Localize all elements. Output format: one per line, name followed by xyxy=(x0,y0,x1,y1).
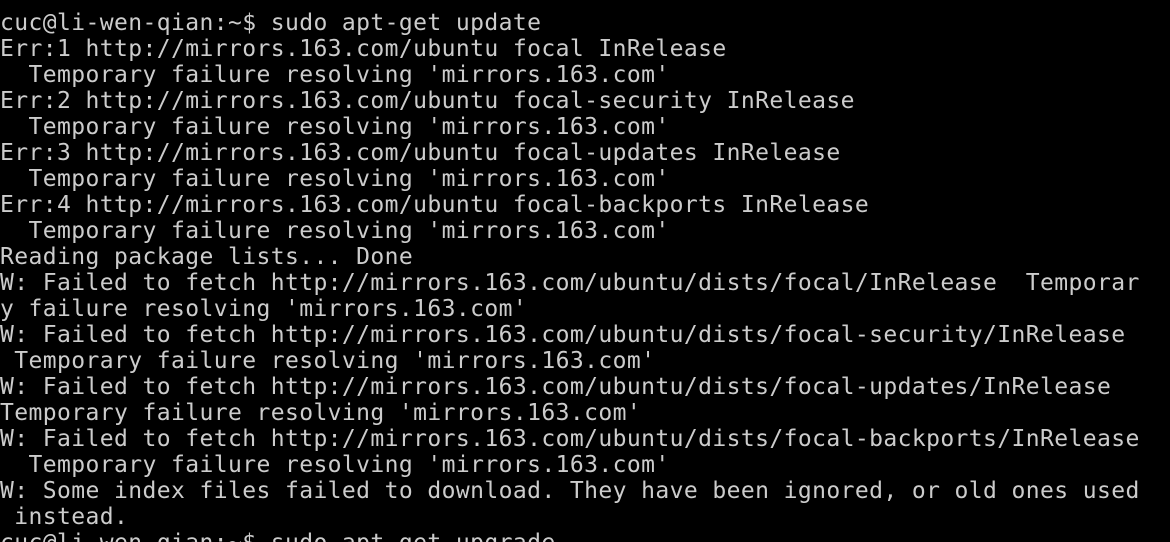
terminal-line-err3: Err:3 http://mirrors.163.com/ubuntu foca… xyxy=(0,140,841,166)
terminal-line-warning-index-cont: instead. xyxy=(0,504,129,530)
terminal-line-prompt-upgrade: cuc@li-wen-qian:~$ sudo apt-get upgrade xyxy=(0,530,1170,542)
terminal-line-warning-index: W: Some index files failed to download. … xyxy=(0,478,1140,504)
terminal-line-err1-detail: Temporary failure resolving 'mirrors.163… xyxy=(0,62,670,88)
terminal-line-warning-focal-cont: y failure resolving 'mirrors.163.com' xyxy=(0,296,528,322)
terminal-line-err3-detail: Temporary failure resolving 'mirrors.163… xyxy=(0,166,670,192)
terminal-line-reading-lists: Reading package lists... Done xyxy=(0,244,414,270)
terminal-line-prompt-update: cuc@li-wen-qian:~$ sudo apt-get update xyxy=(0,10,542,36)
terminal-line-err2-detail: Temporary failure resolving 'mirrors.163… xyxy=(0,114,670,140)
terminal-line-err4: Err:4 http://mirrors.163.com/ubuntu foca… xyxy=(0,192,870,218)
terminal-line-warning-backports: W: Failed to fetch http://mirrors.163.co… xyxy=(0,426,1140,452)
terminal-window[interactable]: cuc@li-wen-qian:~$ sudo apt-get update E… xyxy=(0,0,1170,542)
terminal-line-warning-updates-cont: Temporary failure resolving 'mirrors.163… xyxy=(0,400,642,426)
terminal-line-err4-detail: Temporary failure resolving 'mirrors.163… xyxy=(0,218,670,244)
terminal-line-warning-backports-cont: Temporary failure resolving 'mirrors.163… xyxy=(0,452,670,478)
terminal-line-warning-updates: W: Failed to fetch http://mirrors.163.co… xyxy=(0,374,1112,400)
terminal-line-warning-focal: W: Failed to fetch http://mirrors.163.co… xyxy=(0,270,1140,296)
terminal-line-err2: Err:2 http://mirrors.163.com/ubuntu foca… xyxy=(0,88,855,114)
terminal-line-warning-security-cont: Temporary failure resolving 'mirrors.163… xyxy=(0,348,656,374)
terminal-line-err1: Err:1 http://mirrors.163.com/ubuntu foca… xyxy=(0,36,727,62)
terminal-line-warning-security: W: Failed to fetch http://mirrors.163.co… xyxy=(0,322,1126,348)
